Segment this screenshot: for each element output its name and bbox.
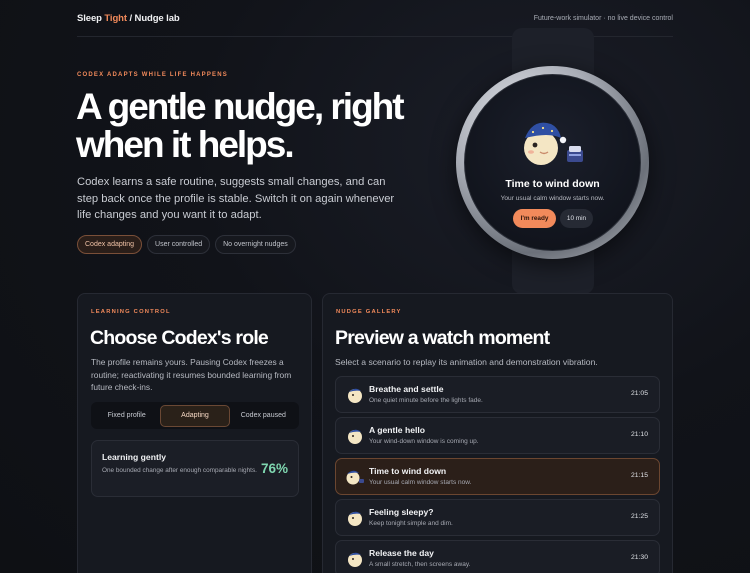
learning-subtitle: The profile remains yours. Pausing Codex… — [91, 357, 292, 392]
watch-title: Time to wind down — [505, 178, 600, 190]
moon-icon — [348, 429, 362, 444]
moon-icon — [348, 388, 362, 403]
codex-role-selector: Fixed profile Adapting Codex paused — [91, 402, 299, 429]
brand-logo[interactable]: Sleep Tight / Nudge lab — [77, 13, 180, 24]
learning-percent: 76% — [260, 461, 288, 476]
brand-accent: Tight — [104, 12, 127, 24]
scenario-release-the-day[interactable]: Release the day A small stretch, then sc… — [335, 540, 660, 573]
learning-control-card: LEARNING CONTROL Choose Codex's role The… — [77, 293, 312, 573]
brand-subtitle: / Nudge lab — [126, 12, 180, 24]
scenario-title: A gentle hello — [369, 425, 426, 435]
scenario-time: 21:15 — [630, 472, 648, 479]
scenario-time: 21:25 — [630, 513, 648, 520]
learning-title: Choose Codex's role — [90, 327, 269, 349]
sleepy-moon-icon — [524, 122, 583, 165]
option-codex-paused[interactable]: Codex paused — [230, 405, 297, 427]
brand-name: Sleep — [77, 12, 105, 24]
learning-status-panel: Learning gently One bounded change after… — [91, 440, 299, 497]
learning-status-description: One bounded change after enough comparab… — [102, 467, 257, 474]
scenario-time: 21:30 — [630, 554, 648, 561]
scenario-description: Your wind-down window is coming up. — [369, 438, 479, 445]
im-ready-button[interactable]: I'm ready — [513, 209, 556, 228]
chip-user-controlled: User controlled — [147, 235, 211, 254]
option-adapting[interactable]: Adapting — [160, 404, 230, 427]
gallery-subtitle: Select a scenario to replay its animatio… — [335, 357, 598, 367]
learning-status-title: Learning gently — [102, 452, 166, 462]
scenario-time: 21:05 — [630, 390, 648, 397]
chip-no-overnight-nudges: No overnight nudges — [215, 235, 296, 254]
option-fixed-profile[interactable]: Fixed profile — [93, 405, 160, 427]
moon-icon — [348, 552, 362, 567]
scenario-time: 21:10 — [630, 431, 648, 438]
page: Sleep Tight / Nudge lab Future-work simu… — [0, 0, 750, 573]
scenario-time-to-wind-down[interactable]: Time to wind down Your usual calm window… — [335, 458, 660, 495]
nudge-gallery-card: NUDGE GALLERY Preview a watch moment Sel… — [322, 293, 673, 573]
chip-codex-adapting: Codex adapting — [77, 235, 143, 254]
simulator-note: Future-work simulator · no live device c… — [533, 14, 673, 22]
scenario-title: Time to wind down — [369, 466, 447, 476]
snooze-10-min-button[interactable]: 10 min — [560, 209, 593, 228]
hero-chips: Codex adapting User controlled No overni… — [77, 235, 296, 254]
scenario-a-gentle-hello[interactable]: A gentle hello Your wind-down window is … — [335, 417, 660, 454]
scenario-title: Release the day — [369, 548, 434, 558]
watch-subtitle: Your usual calm window starts now. — [500, 195, 605, 202]
gallery-title: Preview a watch moment — [335, 327, 550, 349]
hero-eyebrow: CODEX ADAPTS WHILE LIFE HAPPENS — [77, 72, 228, 78]
scenario-description: Keep tonight simple and dim. — [369, 520, 453, 527]
scenario-description: A small stretch, then screens away. — [369, 561, 471, 568]
scenario-title: Feeling sleepy? — [369, 507, 434, 517]
hero-subtitle: Codex learns a safe routine, suggests sm… — [77, 176, 395, 221]
moon-with-bed-icon — [346, 470, 364, 485]
learning-eyebrow: LEARNING CONTROL — [91, 309, 171, 315]
moon-icon — [348, 511, 362, 526]
scenario-breathe-and-settle[interactable]: Breathe and settle One quiet minute befo… — [335, 376, 660, 413]
scenario-description: Your usual calm window starts now. — [369, 479, 472, 486]
hero-title: A gentle nudge, right when it helps. — [76, 86, 405, 165]
scenario-description: One quiet minute before the lights fade. — [369, 397, 483, 404]
scenario-title: Breathe and settle — [369, 384, 444, 394]
gallery-eyebrow: NUDGE GALLERY — [336, 309, 402, 315]
scenario-feeling-sleepy[interactable]: Feeling sleepy? Keep tonight simple and … — [335, 499, 660, 536]
